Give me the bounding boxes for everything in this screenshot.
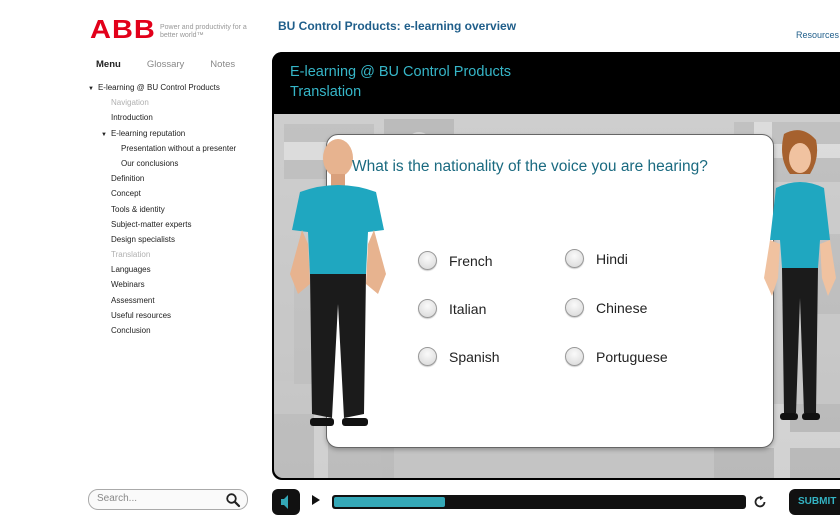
menu-item-e-learning-reputation[interactable]: ▼ E-learning reputation — [88, 126, 268, 141]
menu-item-concept[interactable]: Concept — [88, 186, 268, 201]
resources-link[interactable]: Resources — [796, 30, 839, 40]
slide-header: E-learning @ BU Control Products Transla… — [272, 52, 840, 114]
option-french[interactable]: French — [418, 251, 493, 270]
radio-button[interactable] — [565, 347, 584, 366]
radio-button[interactable] — [565, 298, 584, 317]
menu-item-label: E-learning reputation — [110, 128, 186, 138]
sidebar-tabs: Menu Glossary Notes — [96, 59, 261, 70]
slide-title: E-learning @ BU Control Products — [290, 64, 512, 80]
radio-button[interactable] — [418, 251, 437, 270]
option-label: Portuguese — [596, 348, 668, 365]
speaker-icon — [281, 495, 288, 509]
tab-notes[interactable]: Notes — [210, 59, 235, 70]
menu-item-webinars[interactable]: Webinars — [88, 277, 268, 292]
abb-logo: ABB — [90, 15, 156, 44]
menu-item-e-learning-bu[interactable]: ▼ E-learning @ BU Control Products — [88, 80, 268, 95]
option-label: Hindi — [596, 250, 628, 267]
menu-item-translation[interactable]: Translation — [88, 247, 268, 262]
submit-button[interactable]: SUBMIT — [789, 489, 840, 515]
progress-bar[interactable] — [332, 495, 746, 509]
slide-subtitle: Translation — [290, 84, 362, 100]
menu-item-our-conclusions[interactable]: Our conclusions — [88, 156, 268, 171]
expand-triangle-icon[interactable]: ▼ — [88, 82, 94, 97]
menu-item-presentation-without-presenter[interactable]: Presentation without a presenter — [88, 141, 268, 156]
menu-item-tools-identity[interactable]: Tools & identity — [88, 202, 268, 217]
menu-item-introduction[interactable]: Introduction — [88, 110, 268, 125]
option-portuguese[interactable]: Portuguese — [565, 347, 668, 366]
radio-button[interactable] — [418, 347, 437, 366]
menu-item-conclusion[interactable]: Conclusion — [88, 323, 268, 338]
replay-icon[interactable] — [753, 495, 767, 509]
question-card — [326, 134, 774, 448]
menu-item-label: E-learning @ BU Control Products — [97, 83, 220, 92]
expand-triangle-icon[interactable]: ▼ — [101, 128, 107, 143]
logo-tagline: Power and productivity for a better worl… — [160, 24, 247, 39]
tab-menu[interactable]: Menu — [96, 59, 121, 70]
female-presenter-character — [764, 130, 836, 420]
tab-glossary[interactable]: Glossary — [147, 59, 184, 70]
search-input[interactable] — [97, 493, 217, 504]
option-spanish[interactable]: Spanish — [418, 347, 500, 366]
option-label: Italian — [449, 300, 487, 317]
menu-item-subject-matter-experts[interactable]: Subject-matter experts — [88, 217, 268, 232]
course-title: BU Control Products: e-learning overview — [278, 19, 517, 33]
play-icon[interactable] — [312, 495, 320, 505]
slide-frame: E-learning @ BU Control Products Transla… — [272, 52, 840, 480]
volume-button[interactable] — [272, 489, 300, 515]
menu-item-useful-resources[interactable]: Useful resources — [88, 308, 268, 323]
option-italian[interactable]: Italian — [418, 299, 486, 318]
search-box — [88, 489, 248, 510]
menu-tree: ▼ E-learning @ BU Control Products Naviga… — [88, 80, 268, 338]
radio-button[interactable] — [418, 299, 437, 318]
menu-item-design-specialists[interactable]: Design specialists — [88, 232, 268, 247]
menu-item-navigation[interactable]: Navigation — [88, 95, 268, 110]
question-text: What is the nationality of the voice you… — [352, 158, 708, 175]
option-label: French — [449, 252, 493, 269]
radio-button[interactable] — [565, 249, 584, 268]
option-label: Chinese — [596, 299, 648, 316]
option-hindi[interactable]: Hindi — [565, 249, 628, 268]
logo-wordmark: ABB — [90, 15, 156, 44]
option-chinese[interactable]: Chinese — [565, 298, 647, 317]
male-presenter-character — [290, 139, 386, 426]
player-controls: SUBMIT — [272, 486, 840, 515]
menu-item-languages[interactable]: Languages — [88, 262, 268, 277]
menu-item-definition[interactable]: Definition — [88, 171, 268, 186]
search-icon[interactable] — [225, 492, 241, 508]
option-label: Spanish — [449, 348, 500, 365]
progress-fill — [334, 497, 445, 507]
app-window: ABB Power and productivity for a better … — [0, 0, 840, 515]
menu-item-assessment[interactable]: Assessment — [88, 293, 268, 308]
